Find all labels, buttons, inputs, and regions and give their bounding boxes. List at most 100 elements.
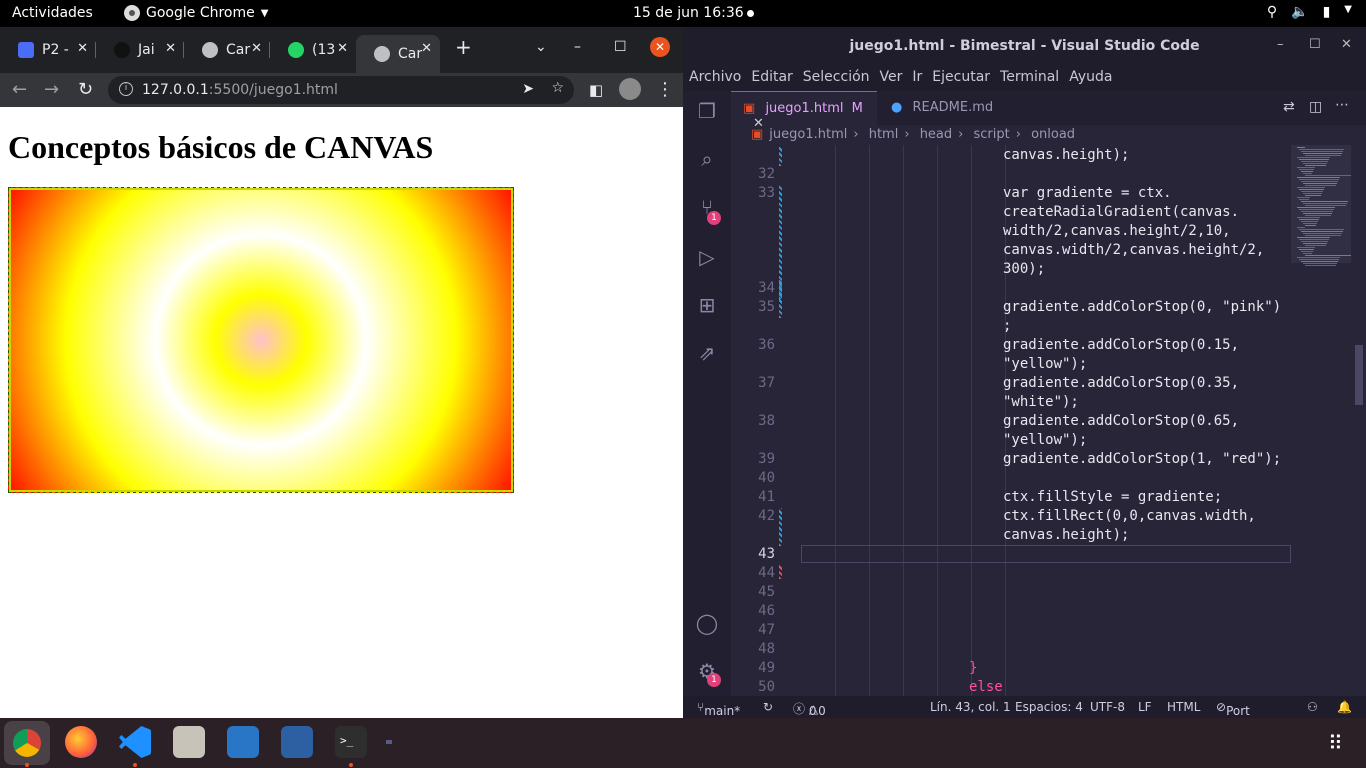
- writer-icon[interactable]: [227, 726, 259, 758]
- app-menu[interactable]: Google Chrome ▼: [124, 5, 268, 21]
- breadcrumb-item[interactable]: onload: [1031, 127, 1075, 142]
- close-icon[interactable]: ✕: [77, 41, 88, 56]
- extensions-icon[interactable]: ⊞: [695, 293, 719, 317]
- search-icon[interactable]: ⌕: [695, 147, 719, 171]
- maximize-button[interactable]: ☐: [614, 39, 627, 55]
- breadcrumb-item[interactable]: juego1.html: [769, 127, 847, 142]
- menu-seleccion[interactable]: Selección: [803, 65, 876, 91]
- minimize-button[interactable]: –: [574, 39, 581, 55]
- forward-button[interactable]: →: [44, 79, 59, 100]
- breadcrumb-item[interactable]: head: [920, 127, 952, 142]
- scrollbar-thumb[interactable]: [1355, 345, 1363, 405]
- sync-icon[interactable]: ↻: [763, 700, 773, 714]
- chrome-tab[interactable]: (13 ✕: [270, 35, 356, 65]
- minimize-button[interactable]: –: [1277, 37, 1284, 52]
- dock-item-chrome[interactable]: [4, 721, 50, 765]
- address-bar[interactable]: i 127.0.0.1:5500/juego1.html ➤ ☆: [108, 76, 574, 104]
- run-debug-icon[interactable]: ▷: [695, 245, 719, 269]
- git-change-marker[interactable]: [779, 280, 782, 299]
- language-mode[interactable]: HTML: [1167, 700, 1200, 714]
- menu-terminal[interactable]: Terminal: [1000, 65, 1065, 91]
- tab-juego1-html[interactable]: ▣ juego1.html M ✕: [731, 91, 877, 131]
- tab-readme[interactable]: ● README.md: [877, 91, 1017, 125]
- app-placeholder-icon[interactable]: [386, 740, 392, 744]
- menu-editar[interactable]: Editar: [751, 65, 798, 91]
- breadcrumb-item[interactable]: html: [869, 127, 899, 142]
- running-indicator: [25, 763, 29, 767]
- minimap[interactable]: [1291, 145, 1351, 696]
- feedback-icon[interactable]: ⚇: [1307, 700, 1318, 714]
- problems-indicator[interactable]: ⓧ 0 △ 0: [793, 700, 826, 718]
- explorer-icon[interactable]: ❐: [695, 99, 719, 123]
- code-editor[interactable]: canvas.height); 32 33 var gradiente = ctx. c…: [731, 145, 1291, 696]
- line-number: 38: [758, 413, 775, 429]
- split-editor-icon[interactable]: ◫: [1309, 99, 1322, 115]
- chrome-tab[interactable]: P2 - ✕: [0, 35, 96, 65]
- line-number: 35: [758, 299, 775, 315]
- git-delete-marker[interactable]: [779, 565, 782, 579]
- chrome-tab[interactable]: Car ✕: [184, 35, 270, 65]
- close-window-button[interactable]: ✕: [650, 37, 670, 57]
- compare-icon[interactable]: ⇄: [1283, 99, 1295, 115]
- account-icon[interactable]: ◯: [695, 611, 719, 635]
- system-tray[interactable]: ⚲ 🔈 ▮ ▼: [1267, 4, 1352, 20]
- close-icon[interactable]: ✕: [251, 41, 262, 56]
- code-line: gradiente.addColorStop(0.65,: [1003, 413, 1240, 429]
- send-icon[interactable]: ➤: [522, 81, 534, 97]
- clock[interactable]: 15 de jun 16:36: [633, 5, 744, 21]
- menu-kebab-icon[interactable]: ⋮: [656, 79, 674, 100]
- live-server-port[interactable]: ⊘ Port : 5500: [1216, 700, 1257, 746]
- info-icon[interactable]: i: [119, 82, 133, 96]
- more-actions-icon[interactable]: ⋯: [1335, 97, 1349, 113]
- git-change-marker[interactable]: [779, 508, 782, 546]
- cursor-position[interactable]: Lín. 43, col. 1: [930, 700, 1011, 714]
- close-window-button[interactable]: ✕: [1341, 37, 1352, 52]
- branch-indicator[interactable]: ⑂ main*: [697, 700, 740, 718]
- show-apps-icon[interactable]: ⠿: [1328, 731, 1343, 755]
- indent-guide: [971, 145, 972, 696]
- close-icon[interactable]: ✕: [165, 41, 176, 56]
- tab-search-button[interactable]: ⌄: [535, 39, 547, 55]
- end-of-line[interactable]: LF: [1138, 700, 1152, 714]
- code-line: width/2,canvas.height/2,10,: [1003, 223, 1231, 239]
- indent-guide: [937, 145, 938, 696]
- side-panel-icon[interactable]: ◧: [589, 81, 603, 99]
- indentation[interactable]: Espacios: 4: [1015, 700, 1083, 714]
- new-tab-button[interactable]: +: [455, 35, 472, 59]
- menu-ir[interactable]: Ir: [912, 65, 928, 91]
- close-icon[interactable]: ✕: [421, 41, 432, 56]
- minimap-viewport[interactable]: [1291, 145, 1351, 263]
- chrome-tab[interactable]: Jai ✕: [96, 35, 184, 65]
- menu-archivo[interactable]: Archivo: [689, 65, 747, 91]
- tab-title: (13: [312, 42, 336, 58]
- files-icon[interactable]: [173, 726, 205, 758]
- back-button[interactable]: ←: [12, 79, 27, 100]
- menu-ver[interactable]: Ver: [880, 65, 909, 91]
- notification-dot-icon: [747, 10, 754, 17]
- reload-button[interactable]: ↻: [78, 79, 93, 100]
- chevron-right-icon: ›: [1015, 127, 1021, 142]
- breadcrumb-item[interactable]: script: [974, 127, 1010, 142]
- remote-icon[interactable]: ⇗: [695, 341, 719, 365]
- git-change-marker[interactable]: [779, 147, 782, 166]
- avatar[interactable]: [619, 78, 641, 100]
- activities-button[interactable]: Actividades: [12, 5, 93, 21]
- maximize-button[interactable]: ☐: [1309, 37, 1321, 52]
- firefox-icon[interactable]: [65, 726, 97, 758]
- menu-ejecutar[interactable]: Ejecutar: [932, 65, 996, 91]
- error-count: 0: [808, 704, 817, 718]
- bookmark-star-icon[interactable]: ☆: [551, 80, 564, 96]
- terminal-icon[interactable]: >_: [335, 726, 367, 758]
- system-monitor-icon[interactable]: [281, 726, 313, 758]
- whatsapp-icon: [288, 42, 304, 58]
- chrome-window: P2 - ✕ Jai ✕ Car ✕ (13 ✕ Car ✕ + ⌄ – ☐ ✕…: [0, 27, 683, 718]
- vscode-icon[interactable]: [119, 726, 151, 758]
- code-line: gradiente.addColorStop(0.15,: [1003, 337, 1240, 353]
- menu-ayuda[interactable]: Ayuda: [1069, 65, 1118, 91]
- chrome-tab-active[interactable]: Car ✕: [356, 35, 440, 73]
- close-icon[interactable]: ✕: [337, 41, 348, 56]
- encoding[interactable]: UTF-8: [1090, 700, 1125, 714]
- bell-icon[interactable]: 🔔: [1337, 700, 1352, 714]
- window-title: juego1.html - Bimestral - Visual Studio …: [849, 38, 1200, 54]
- editor-scrollbar[interactable]: [1351, 145, 1366, 696]
